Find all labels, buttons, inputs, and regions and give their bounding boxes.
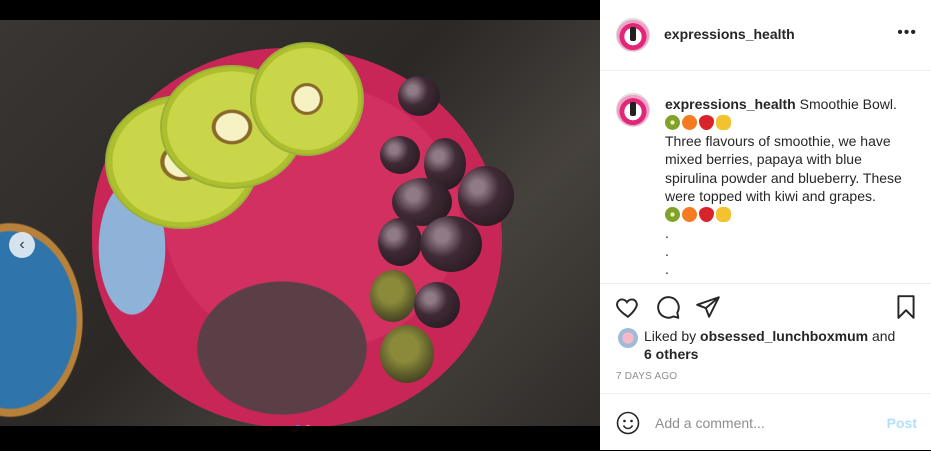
- kiwi-emoji-icon: [665, 115, 680, 131]
- caption-area: expressions_health Smoothie Bowl. Three …: [600, 71, 931, 283]
- emoji-row: [665, 207, 910, 223]
- grape: [378, 218, 422, 266]
- liker-avatar[interactable]: [618, 328, 638, 348]
- pineapple-emoji-icon: [716, 207, 731, 223]
- photo-bottom-letterbox: [0, 426, 600, 450]
- share-icon[interactable]: [695, 294, 721, 320]
- action-bar: [600, 283, 931, 332]
- avatar[interactable]: [616, 93, 650, 127]
- orange-emoji-icon: [682, 207, 697, 223]
- bookmark-icon[interactable]: [893, 294, 919, 320]
- carousel-prev-button[interactable]: ‹: [9, 232, 35, 258]
- grape: [414, 282, 460, 328]
- grape: [380, 325, 434, 383]
- comment-icon[interactable]: [655, 294, 681, 320]
- liked-user-link[interactable]: obsessed_lunchboxmum: [700, 328, 868, 344]
- caption-title: Smoothie Bowl.: [799, 96, 897, 112]
- comment-input[interactable]: Add a comment...: [655, 415, 765, 431]
- liked-others-link[interactable]: 6 others: [644, 346, 698, 362]
- caption-dot-line: .: [665, 225, 669, 242]
- post-photo[interactable]: ‹: [0, 20, 600, 426]
- grape: [370, 270, 416, 322]
- avatar[interactable]: [616, 18, 650, 52]
- grape: [458, 166, 514, 226]
- strawberry-emoji-icon: [699, 207, 714, 223]
- photo-top-letterbox: [0, 0, 600, 20]
- comment-box: Add a comment... Post: [600, 393, 931, 451]
- kiwi-slice: [250, 42, 364, 156]
- caption-dot-line: .: [665, 261, 669, 278]
- orange-emoji-icon: [682, 115, 697, 131]
- strawberry-emoji-icon: [699, 115, 714, 131]
- more-options-icon[interactable]: •••: [897, 24, 917, 42]
- grape: [398, 76, 440, 116]
- emoji-row: [665, 115, 910, 131]
- pineapple-emoji-icon: [716, 115, 731, 131]
- liked-and: and: [868, 328, 896, 344]
- heart-icon[interactable]: [615, 294, 641, 320]
- kiwi-emoji-icon: [665, 207, 680, 223]
- header-username[interactable]: expressions_health: [664, 26, 795, 42]
- caption-username[interactable]: expressions_health: [665, 96, 796, 112]
- caption-dot-line: .: [665, 243, 669, 260]
- caption: expressions_health Smoothie Bowl. Three …: [665, 95, 910, 279]
- liked-prefix: Liked by: [644, 328, 701, 344]
- emoji-picker-icon[interactable]: [616, 411, 640, 435]
- post-header: expressions_health •••: [600, 0, 931, 71]
- post-timestamp[interactable]: 7 DAYS AGO: [616, 371, 677, 382]
- likes-summary: Liked by obsessed_lunchboxmum and 6 othe…: [644, 327, 904, 363]
- caption-body: Three flavours of smoothie, we have mixe…: [665, 133, 902, 204]
- grape: [420, 216, 482, 272]
- post-side-panel: expressions_health ••• expressions_healt…: [600, 0, 931, 450]
- grape: [380, 136, 420, 174]
- post-comment-button[interactable]: Post: [887, 415, 917, 431]
